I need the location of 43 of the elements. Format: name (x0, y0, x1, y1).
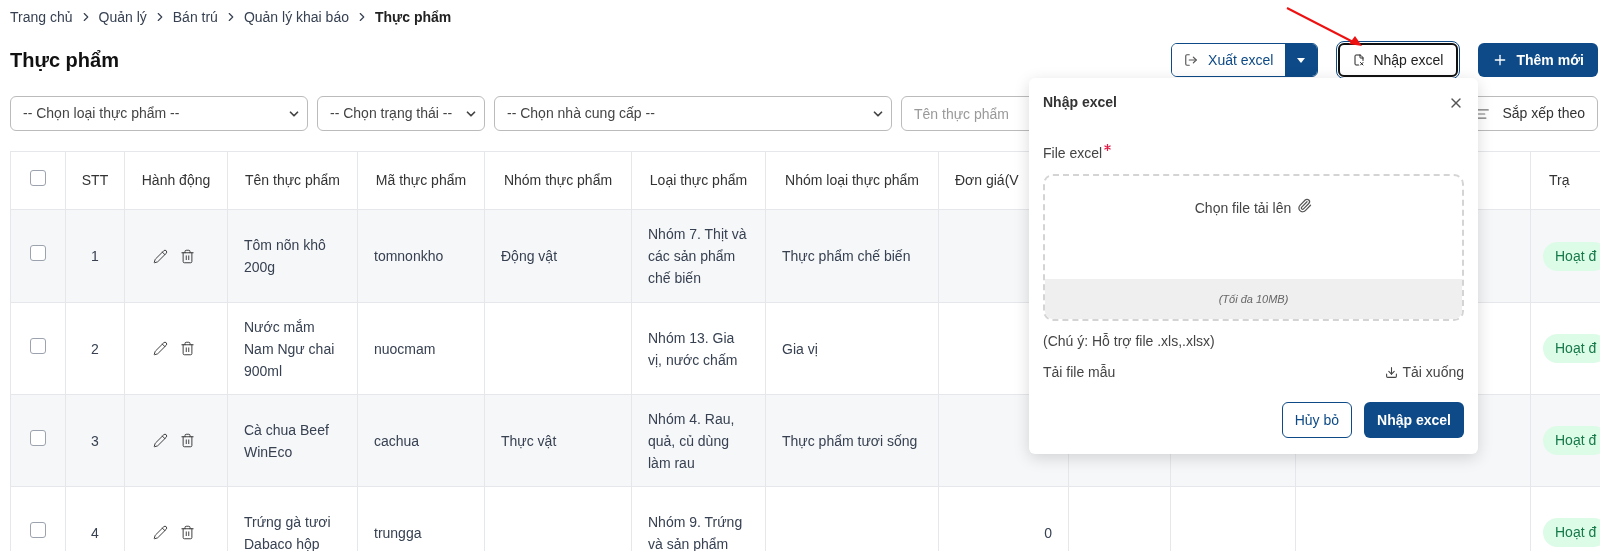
table-cell: Trứng gà tươi Dabaco hộp (244, 513, 331, 551)
column-header: Đơn giá(V (955, 172, 1019, 188)
table-cell: Tôm nõn khô 200g (244, 237, 326, 275)
table-cell: trungga (374, 524, 422, 541)
table-cell: 0 (1044, 524, 1052, 541)
column-header: STT (81, 172, 109, 188)
table-cell: 2 (91, 340, 99, 357)
table-cell: Cà chua Beef WinEco (244, 421, 329, 460)
size-limit-text: (Tối đa 10MB) (1218, 291, 1289, 307)
template-label: Tải file mẫu (1043, 363, 1116, 382)
table-cell: Thực phẩm tươi sống (782, 432, 918, 449)
table-cell: Thực vật (501, 432, 557, 449)
column-header: Mã thực phẩm (375, 172, 467, 188)
note-text: (Chú ý: Hỗ trợ file .xls,.xlsx) (1043, 333, 1215, 349)
table-cell: 3 (91, 432, 99, 449)
table-cell: Gia vị (782, 340, 818, 357)
table-cell: Thực phẩm chế biến (782, 248, 911, 264)
table-cell: Nhóm 7. Thịt và các sản phẩm chế biến (648, 226, 747, 286)
table-cell: Nhóm 4. Rau, quả, củ dùng làm rau (648, 410, 735, 471)
upload-text: Chọn file tải lên (1194, 199, 1292, 218)
column-header: Nhóm thực phẩm (503, 172, 613, 188)
table-cell: nuocmam (374, 340, 436, 357)
column-header: Tên thực phẩm (245, 172, 340, 188)
field-label: File excel (1043, 144, 1103, 163)
dialog-title: Nhập excel (1043, 93, 1117, 112)
status-badge: Hoạt đ (1543, 334, 1600, 363)
table-cell: cachua (374, 432, 420, 449)
status-badge: Hoạt đ (1543, 241, 1600, 271)
column-header: Trạ (1549, 172, 1570, 188)
status-badge: Hoạt đ (1543, 518, 1600, 547)
table-cell: Nhóm 9. Trứng và sản phẩm (648, 513, 743, 551)
column-header: Nhóm loại thực phẩm (785, 172, 919, 188)
column-header: Loại thực phẩm (649, 172, 748, 188)
table-cell: Động vật (501, 248, 558, 264)
table-cell: 4 (91, 524, 99, 541)
breadcrumb-current: Thực phẩm (375, 7, 452, 27)
page-title: Thực phẩm (10, 48, 119, 73)
column-header: Hành động (141, 172, 211, 188)
table-cell: tomnonkho (374, 248, 444, 264)
table-cell: Nhóm 13. Gia vị, nước chấm (648, 329, 738, 368)
table-cell: 1 (91, 248, 99, 264)
status-badge: Hoạt đ (1543, 426, 1600, 455)
table-cell: Nước mắm Nam Ngư chai 900ml (244, 318, 335, 379)
